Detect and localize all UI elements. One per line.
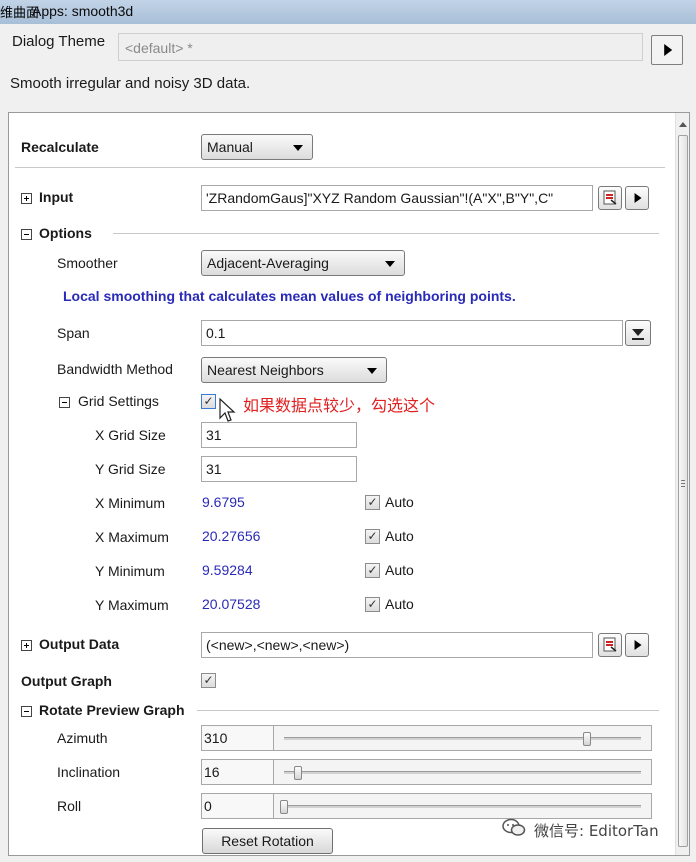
- output-graph-checkbox[interactable]: ✓: [201, 673, 216, 688]
- arrow-right-icon: [634, 640, 642, 650]
- span-input[interactable]: 0.1: [201, 320, 623, 346]
- recalculate-value: Manual: [207, 139, 253, 155]
- smoother-note: Local smoothing that calculates mean val…: [63, 288, 516, 304]
- roll-thumb[interactable]: [280, 800, 288, 814]
- inclination-thumb[interactable]: [294, 766, 303, 780]
- theme-menu-button[interactable]: [651, 35, 683, 65]
- panel-scrollbar[interactable]: [675, 113, 689, 855]
- x-maximum-value: 20.27656: [202, 528, 261, 544]
- window-title: Apps: smooth3d: [32, 3, 134, 19]
- divider: [15, 167, 665, 168]
- input-label: Input: [39, 189, 74, 205]
- select-range-button[interactable]: [598, 186, 622, 210]
- input-menu-button[interactable]: [625, 186, 649, 210]
- arrow-right-icon: [634, 193, 642, 203]
- x-grid-size-label: X Grid Size: [95, 427, 166, 443]
- expand-output-data-icon[interactable]: [21, 640, 32, 651]
- span-label: Span: [57, 325, 90, 341]
- smoother-select[interactable]: Adjacent-Averaging: [201, 250, 405, 276]
- azimuth-slider[interactable]: 310: [201, 725, 652, 751]
- x-maximum-label: X Maximum: [95, 529, 169, 545]
- azimuth-label: Azimuth: [57, 730, 108, 746]
- inclination-track: [284, 766, 641, 780]
- roll-label: Roll: [57, 798, 82, 814]
- x-minimum-auto-checkbox[interactable]: ✓: [365, 495, 380, 510]
- collapse-options-icon[interactable]: [21, 229, 32, 240]
- roll-value[interactable]: 0: [202, 794, 274, 818]
- chevron-down-icon: [367, 368, 377, 374]
- grid-settings-checkbox[interactable]: ✓: [201, 394, 216, 409]
- y-minimum-value: 9.59284: [202, 562, 253, 578]
- y-maximum-auto-checkbox[interactable]: ✓: [365, 597, 380, 612]
- smooth3d-dialog: Dialog Theme <default> * Smooth irregula…: [0, 24, 696, 862]
- scroll-up-icon[interactable]: [679, 122, 687, 127]
- span-dropdown-button[interactable]: [625, 320, 651, 346]
- bandwidth-value: Nearest Neighbors: [207, 362, 324, 378]
- x-maximum-auto-checkbox[interactable]: ✓: [365, 529, 380, 544]
- recalculate-label: Recalculate: [21, 139, 99, 155]
- roll-track: [280, 800, 641, 814]
- collapse-grid-icon[interactable]: [59, 397, 70, 408]
- select-output-button[interactable]: [598, 633, 622, 657]
- title-bar: 维曲面 Apps: smooth3d: [0, 0, 696, 25]
- arrow-right-icon: [664, 44, 673, 56]
- recalculate-select[interactable]: Manual: [201, 134, 313, 160]
- chevron-down-icon: [385, 261, 395, 267]
- output-data-menu-button[interactable]: [625, 633, 649, 657]
- scrollbar-thumb[interactable]: [678, 135, 688, 847]
- dialog-theme-field[interactable]: <default> *: [118, 33, 643, 61]
- settings-panel: Recalculate Manual Input 'ZRandomGaus]"X…: [8, 112, 690, 856]
- inclination-value[interactable]: 16: [202, 760, 274, 784]
- grid-settings-label: Grid Settings: [78, 393, 159, 409]
- inclination-label: Inclination: [57, 764, 121, 780]
- divider: [197, 710, 659, 711]
- chevron-down-icon: [293, 145, 303, 151]
- smoother-value: Adjacent-Averaging: [207, 255, 329, 271]
- x-maximum-auto-label: Auto: [385, 528, 414, 544]
- watermark: 微信号: EditorTan: [534, 822, 659, 840]
- bandwidth-select[interactable]: Nearest Neighbors: [201, 357, 387, 383]
- rotate-preview-label: Rotate Preview Graph: [39, 702, 185, 718]
- smoother-label: Smoother: [57, 255, 118, 271]
- y-maximum-value: 20.07528: [202, 596, 261, 612]
- chevron-down-icon: [632, 329, 644, 340]
- y-minimum-auto-label: Auto: [385, 562, 414, 578]
- output-graph-label: Output Graph: [21, 673, 112, 689]
- x-minimum-label: X Minimum: [95, 495, 166, 511]
- y-grid-size-input[interactable]: 31: [201, 456, 357, 482]
- x-grid-size-input[interactable]: 31: [201, 422, 357, 448]
- bandwidth-label: Bandwidth Method: [57, 361, 173, 377]
- mouse-cursor-icon: [219, 398, 236, 422]
- range-select-icon: [603, 190, 617, 205]
- output-data-label: Output Data: [39, 636, 120, 652]
- dialog-description: Smooth irregular and noisy 3D data.: [10, 75, 251, 92]
- azimuth-track: [284, 732, 641, 746]
- output-data-field[interactable]: (<new>,<new>,<new>): [201, 632, 593, 658]
- divider: [113, 233, 659, 234]
- y-grid-size-label: Y Grid Size: [95, 461, 166, 477]
- azimuth-thumb[interactable]: [583, 732, 592, 746]
- input-range-field[interactable]: 'ZRandomGaus]"XYZ Random Gaussian"!(A"X"…: [201, 185, 593, 211]
- collapse-rotate-icon[interactable]: [21, 706, 32, 717]
- x-minimum-auto-label: Auto: [385, 494, 414, 510]
- x-minimum-value: 9.6795: [202, 494, 245, 510]
- roll-slider[interactable]: 0: [201, 793, 652, 819]
- y-minimum-label: Y Minimum: [95, 563, 165, 579]
- wechat-icon: [502, 818, 526, 838]
- y-maximum-auto-label: Auto: [385, 596, 414, 612]
- inclination-slider[interactable]: 16: [201, 759, 652, 785]
- y-maximum-label: Y Maximum: [95, 597, 169, 613]
- dialog-theme-label: Dialog Theme: [12, 33, 106, 50]
- options-label: Options: [39, 225, 92, 241]
- range-select-icon: [603, 637, 617, 652]
- reset-rotation-button[interactable]: Reset Rotation: [202, 828, 333, 854]
- azimuth-value[interactable]: 310: [202, 726, 274, 750]
- annotation-note: 如果数据点较少，勾选这个: [243, 396, 436, 415]
- expand-input-icon[interactable]: [21, 193, 32, 204]
- y-minimum-auto-checkbox[interactable]: ✓: [365, 563, 380, 578]
